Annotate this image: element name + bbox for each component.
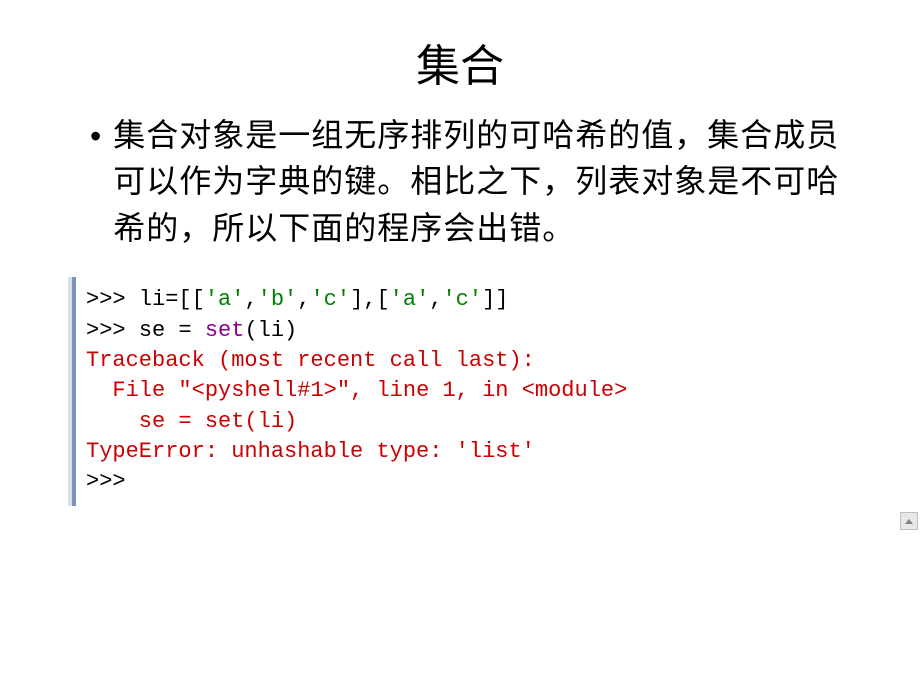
- code-error: TypeError: unhashable type: 'list': [86, 439, 535, 464]
- code-text: li=[[: [139, 287, 205, 312]
- page-title: 集合: [60, 30, 860, 94]
- code-string: 'c': [310, 287, 350, 312]
- code-prompt: >>>: [86, 469, 126, 494]
- slide-container: 集合 • 集合对象是一组无序排列的可哈希的值，集合成员可以作为字典的键。相比之下…: [0, 0, 920, 526]
- code-traceback: Traceback (most recent call last):: [86, 348, 535, 373]
- code-traceback: "<pyshell#1>": [178, 378, 350, 403]
- code-string: 'a': [205, 287, 245, 312]
- code-text: (li): [244, 318, 297, 343]
- code-traceback: File: [86, 378, 178, 403]
- bullet-item: • 集合对象是一组无序排列的可哈希的值，集合成员可以作为字典的键。相比之下，列表…: [60, 112, 860, 251]
- code-string: 'b': [258, 287, 298, 312]
- code-prompt: >>>: [86, 318, 139, 343]
- bullet-text: 集合对象是一组无序排列的可哈希的值，集合成员可以作为字典的键。相比之下，列表对象…: [113, 112, 860, 251]
- scrollbar-up-icon[interactable]: [900, 512, 918, 530]
- code-prompt: >>>: [86, 287, 139, 312]
- code-traceback: , line 1, in <module>: [350, 378, 627, 403]
- bullet-marker: •: [90, 114, 101, 159]
- code-traceback: se = set(li): [86, 409, 297, 434]
- code-text: ,: [244, 287, 257, 312]
- code-text: ,: [429, 287, 442, 312]
- code-string: 'c': [442, 287, 482, 312]
- code-text: se =: [139, 318, 205, 343]
- code-text: ]]: [482, 287, 508, 312]
- code-block: >>> li=[['a','b','c'],['a','c']] >>> se …: [72, 277, 860, 506]
- code-text: ,: [297, 287, 310, 312]
- code-text: ],[: [350, 287, 390, 312]
- code-string: 'a': [390, 287, 430, 312]
- code-builtin: set: [205, 318, 245, 343]
